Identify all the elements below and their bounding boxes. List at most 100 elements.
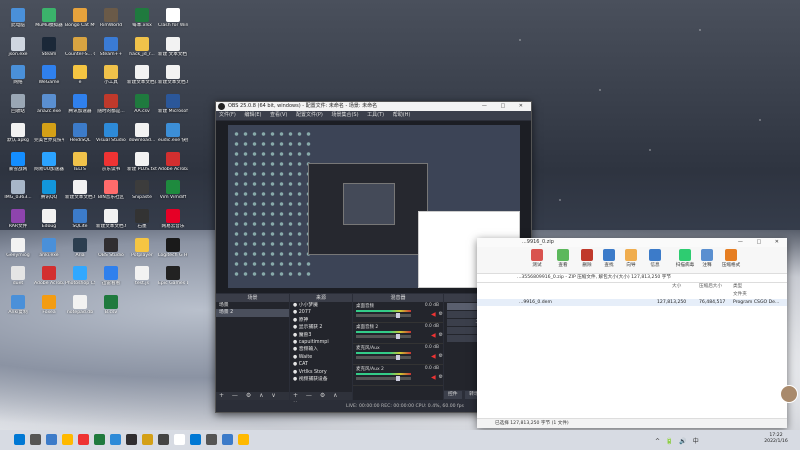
desktop-icon[interactable]: 新建文本文档.txt [158,65,188,85]
column-type[interactable]: 类型 [733,283,742,291]
desktop-icon[interactable]: 新建文本文档.txt [96,208,126,229]
desktop-icon[interactable]: 随时的都是... [96,94,126,114]
desktop-icon[interactable]: notepad.db [65,295,95,315]
menu-profile[interactable]: 配置文件(P) [296,112,323,118]
desktop-icon[interactable]: SQLite [65,208,95,229]
scenes-footer-buttons[interactable]: + — ⚙ ∧ ∨ [216,392,289,400]
volume-slider[interactable] [356,355,411,360]
search-icon[interactable] [30,434,41,445]
desktop-icon[interactable]: 每本.xlsx [127,8,157,28]
toolbar-button[interactable]: 查看 [553,249,573,268]
toolbar-button[interactable]: 压缩格式 [721,249,741,268]
app-icon[interactable] [222,434,233,445]
desktop-icon[interactable]: 新建 Microsoft ... [158,94,188,114]
desktop-icon[interactable]: 新建 PLUS.txt [127,151,157,172]
source-item[interactable]: ● 视频捕获设备 [290,376,352,383]
source-item[interactable]: ● capuitimmpi [290,339,352,346]
desktop-icon[interactable]: Adobe Acrobat DC [158,151,188,172]
desktop-icon[interactable]: 腾讯QQ [34,180,64,200]
menu-edit[interactable]: 编辑(E) [244,112,261,118]
desktop-icon[interactable]: BIN音乐社区 [96,180,126,200]
obs-window-controls[interactable]: — □ ✕ [482,102,529,111]
desktop-icon[interactable]: test.js [127,266,157,286]
file-explorer-icon[interactable] [78,434,89,445]
excel-icon[interactable] [94,434,105,445]
edge-icon[interactable] [62,434,73,445]
desktop-icon[interactable]: 完美世界竞技平台 [34,122,64,143]
obs-titlebar[interactable]: OBS 25.0.8 (64 bit, windows) - 配置文件: 未命名… [216,102,531,111]
desktop-icon[interactable]: 新建文本文档.txt [65,180,95,200]
source-item[interactable]: ● 小小梦魇 [290,302,352,309]
task-view-icon[interactable] [46,434,57,445]
file-row[interactable]: ...9916_0.dem 127,813,250 76,484,517 Pro… [477,299,787,306]
system-tray-icons[interactable]: ^ 🔋 🔊 中 [655,436,701,445]
desktop-icon[interactable]: Adobe Acrobat DC [34,266,64,286]
desktop-icon[interactable]: 此电脑 [3,8,33,28]
source-item[interactable]: ● 原神 [290,317,352,324]
desktop-icon[interactable]: WeGame [34,65,64,85]
source-item[interactable]: ● Vrtlks Story [290,369,352,376]
gear-icon[interactable]: ⚙ [439,332,443,338]
desktop-icon[interactable]: OBS Studio [96,237,126,258]
desktop-icon[interactable]: 默认.apkg [3,122,33,143]
desktop-icon[interactable]: RAR文件 [3,208,33,229]
desktop-icon[interactable]: Aria [65,237,95,258]
gear-icon[interactable]: ⚙ [439,374,443,380]
source-item[interactable]: ● 显示捕获 2 [290,324,352,331]
desktop-icon[interactable]: 回收站 [3,94,33,114]
desktop-icon[interactable]: HeidiSQL [65,122,95,143]
desktop-icon[interactable]: AA.csv [127,94,157,114]
toolbar-button[interactable]: 删除 [577,249,597,268]
desktop-icon[interactable]: Logitech G HUB [158,237,188,258]
desktop-icon[interactable]: 新建文本文档(2).txt [127,65,157,85]
desktop-icon[interactable]: Epic Games Launcher [158,266,188,286]
source-item[interactable]: ● 2077 [290,309,352,316]
toolbar-button[interactable]: 扫描病毒 [675,249,695,268]
toolbar-button[interactable]: 注释 [697,249,717,268]
source-item[interactable]: ● CAT [290,361,352,368]
desktop-icon[interactable]: IMG_0363... [3,180,33,200]
desktop-icon[interactable]: 网络 [3,65,33,85]
desktop-icon[interactable]: 腾讯加速器 [65,94,95,114]
source-item[interactable]: ● 音频输入 [290,346,352,353]
csgo-icon[interactable] [142,434,153,445]
desktop-icon[interactable]: Steam++ [96,36,126,57]
menu-tools[interactable]: 工具(T) [367,112,384,118]
speaker-icon[interactable]: ◀ [431,374,437,381]
toolbar-button[interactable]: 查找 [599,249,619,268]
menu-file[interactable]: 文件(F) [219,112,236,118]
volume-slider[interactable] [356,313,411,318]
desktop-icon[interactable]: 网易UU加速器 [34,151,64,172]
desktop-icon[interactable]: aria2c.exe [34,94,64,114]
desktop-icon[interactable]: duet [3,266,33,286]
desktop-icon[interactable]: Snipaste [127,180,157,200]
column-packed-size[interactable]: 压缩后大小 [699,283,722,291]
desktop-icon[interactable]: 石墨 [127,208,157,229]
toolbar-button[interactable]: 测试 [527,249,547,268]
desktop-icon[interactable]: Bongo Cat Mver [65,8,95,28]
desktop-icon[interactable]: Counter-S... Global Off... [65,36,95,57]
desktop-icon[interactable]: MuMu模拟器 [34,8,64,28]
desktop-icon[interactable]: Potplayer [127,237,157,258]
desktop-icon[interactable]: json.exe [3,36,33,57]
desktop-icon[interactable]: Foxea [34,295,64,315]
source-item[interactable]: ● Waite [290,354,352,361]
desktop-icon[interactable]: RimWorld [96,8,126,28]
avatar[interactable] [780,385,798,403]
desktop-icon[interactable]: 暴雪战网 [3,151,33,172]
sources-footer-buttons[interactable]: + — ⚙ ∧ ∨ [290,392,352,407]
terminal-icon[interactable] [206,434,217,445]
bandizip-icon[interactable] [174,434,185,445]
bandizip-titlebar[interactable]: ...9916_0.zip — □ ✕ [477,238,787,247]
clock[interactable]: 17:22 2022/1/16 [756,433,796,445]
desktop-icon[interactable]: Anki复制 [3,295,33,315]
desktop-icon[interactable]: B.csv [96,295,126,315]
steam-icon[interactable] [158,434,169,445]
volume-slider[interactable] [356,334,411,339]
desktop-icon[interactable]: 京东读书 [96,151,126,172]
scene-item[interactable]: 场景 2 [216,309,289,317]
source-item[interactable]: ● 魔兽3 [290,332,352,339]
desktop-icon[interactable]: Vim Vimdiff [158,180,188,200]
desktop-icon[interactable]: Photoshop CS [65,266,95,286]
desktop-icon[interactable]: IELTS [65,151,95,172]
